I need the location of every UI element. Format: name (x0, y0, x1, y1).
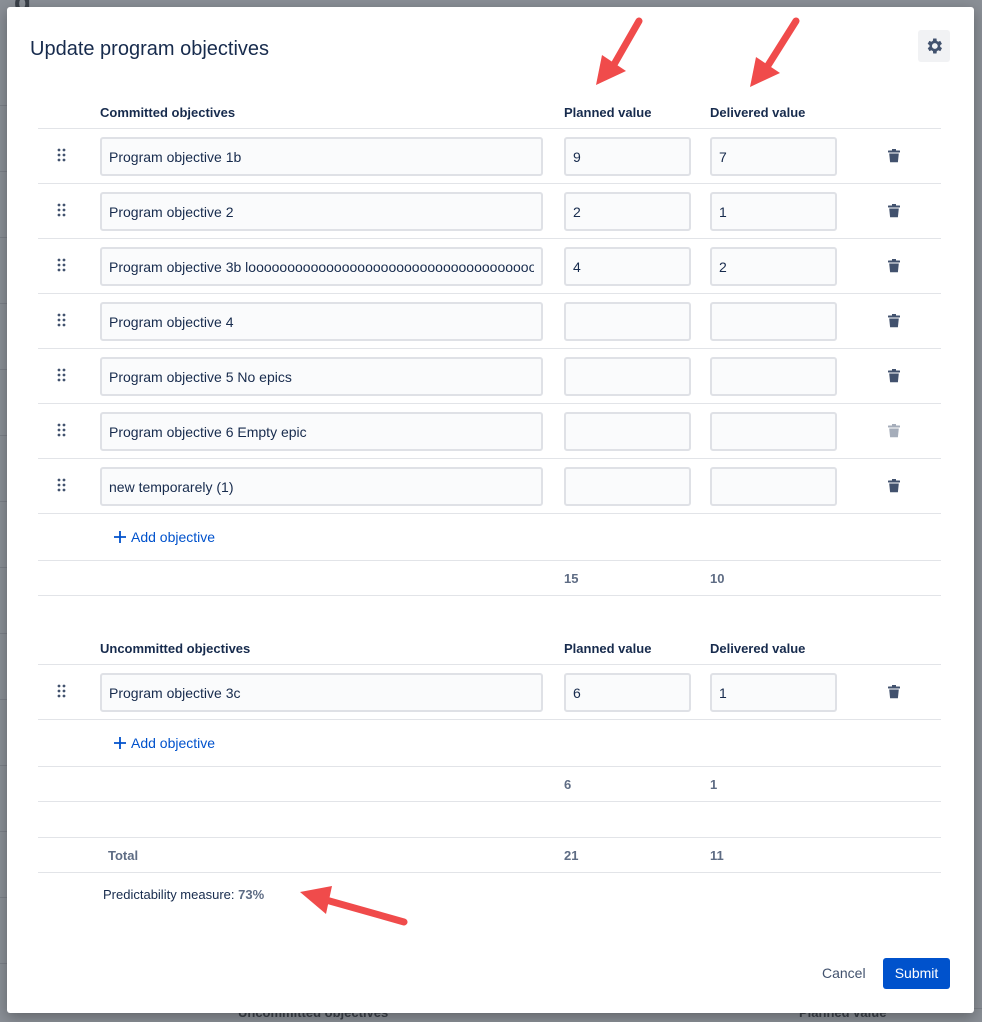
objective-name-input[interactable] (100, 467, 543, 506)
total-label: Total (108, 848, 139, 863)
delivered-value-input[interactable] (710, 673, 837, 712)
objective-name-input[interactable] (100, 247, 543, 286)
delivered-value-input[interactable] (710, 137, 837, 176)
uncommitted-delivered-heading: Delivered value (710, 641, 806, 656)
objective-name-input[interactable] (100, 302, 543, 341)
uncommitted-objective-row (38, 665, 941, 720)
drag-handle-icon[interactable] (57, 313, 67, 327)
settings-button[interactable] (918, 30, 950, 62)
add-committed-objective-button[interactable]: Add objective (114, 529, 215, 545)
trash-icon[interactable] (887, 149, 901, 163)
trash-icon[interactable] (887, 204, 901, 218)
committed-delivered-sum: 10 (710, 571, 725, 586)
committed-header-row: Committed objectives Planned value Deliv… (38, 93, 941, 129)
drag-handle-icon[interactable] (57, 423, 67, 437)
spacer-row (38, 802, 941, 838)
drag-handle-icon[interactable] (57, 478, 67, 492)
committed-objective-row (38, 349, 941, 404)
trash-icon[interactable] (887, 369, 901, 383)
trash-icon[interactable] (887, 424, 901, 438)
committed-objective-row (38, 184, 941, 239)
delivered-value-input[interactable] (710, 192, 837, 231)
plus-icon (114, 737, 126, 749)
uncommitted-sum-row: 6 1 (38, 767, 941, 802)
uncommitted-heading: Uncommitted objectives (100, 641, 251, 656)
objective-name-input[interactable] (100, 412, 543, 451)
committed-delivered-heading: Delivered value (710, 105, 806, 120)
planned-value-input[interactable] (564, 673, 691, 712)
committed-planned-heading: Planned value (564, 105, 652, 120)
annotation-arrow-predictability (300, 886, 408, 926)
plus-icon (114, 531, 126, 543)
drag-handle-icon[interactable] (57, 684, 67, 698)
trash-icon[interactable] (887, 259, 901, 273)
planned-value-input[interactable] (564, 247, 691, 286)
committed-rows (38, 129, 941, 514)
total-row: Total 21 11 (38, 838, 941, 873)
update-objectives-modal: Update program objectives Committed obje… (7, 7, 974, 1013)
objective-name-input[interactable] (100, 137, 543, 176)
total-delivered: 11 (710, 848, 724, 863)
delivered-value-input[interactable] (710, 247, 837, 286)
committed-objective-row (38, 129, 941, 184)
modal-title: Update program objectives (30, 38, 270, 60)
planned-value-input[interactable] (564, 302, 691, 341)
drag-handle-icon[interactable] (57, 148, 67, 162)
drag-handle-icon[interactable] (57, 258, 67, 272)
uncommitted-delivered-sum: 1 (710, 777, 718, 792)
add-committed-objective-label: Add objective (131, 529, 216, 545)
cancel-button[interactable]: Cancel (812, 958, 876, 989)
uncommitted-planned-heading: Planned value (564, 641, 652, 656)
committed-sum-row: 15 10 (38, 561, 941, 596)
add-uncommitted-objective-label: Add objective (131, 735, 216, 751)
committed-heading: Committed objectives (100, 105, 236, 120)
objective-name-input[interactable] (100, 192, 543, 231)
uncommitted-planned-sum: 6 (564, 777, 572, 792)
planned-value-input[interactable] (564, 137, 691, 176)
delivered-value-input[interactable] (710, 357, 837, 396)
drag-handle-icon[interactable] (57, 203, 67, 217)
uncommitted-rows (38, 665, 941, 720)
uncommitted-header-row: Uncommitted objectives Planned value Del… (38, 629, 941, 665)
add-uncommitted-objective-button[interactable]: Add objective (114, 735, 215, 751)
annotation-arrow-delivered (750, 17, 800, 87)
drag-handle-icon[interactable] (57, 368, 67, 382)
uncommitted-add-row: Add objective (38, 720, 941, 767)
predictability-label: Predictability measure: (103, 887, 235, 902)
total-planned: 21 (564, 848, 579, 863)
planned-value-input[interactable] (564, 467, 691, 506)
committed-section: Committed objectives Planned value Deliv… (38, 93, 941, 596)
delivered-value-input[interactable] (710, 412, 837, 451)
committed-objective-row (38, 239, 941, 294)
committed-add-row: Add objective (38, 514, 941, 561)
trash-icon[interactable] (887, 685, 901, 699)
objective-name-input[interactable] (100, 357, 543, 396)
uncommitted-section: Uncommitted objectives Planned value Del… (38, 629, 941, 873)
predictability-measure: Predictability measure: 73% (103, 887, 264, 902)
committed-planned-sum: 15 (564, 571, 579, 586)
committed-objective-row (38, 404, 941, 459)
gear-icon (927, 38, 942, 54)
submit-button[interactable]: Submit (883, 958, 950, 989)
trash-icon[interactable] (887, 314, 901, 328)
delivered-value-input[interactable] (710, 467, 837, 506)
planned-value-input[interactable] (564, 412, 691, 451)
annotation-arrow-planned (596, 17, 643, 85)
planned-value-input[interactable] (564, 192, 691, 231)
delivered-value-input[interactable] (710, 302, 837, 341)
planned-value-input[interactable] (564, 357, 691, 396)
objective-name-input[interactable] (100, 673, 543, 712)
predictability-value: 73% (238, 887, 265, 902)
committed-objective-row (38, 459, 941, 514)
committed-objective-row (38, 294, 941, 349)
trash-icon[interactable] (887, 479, 901, 493)
